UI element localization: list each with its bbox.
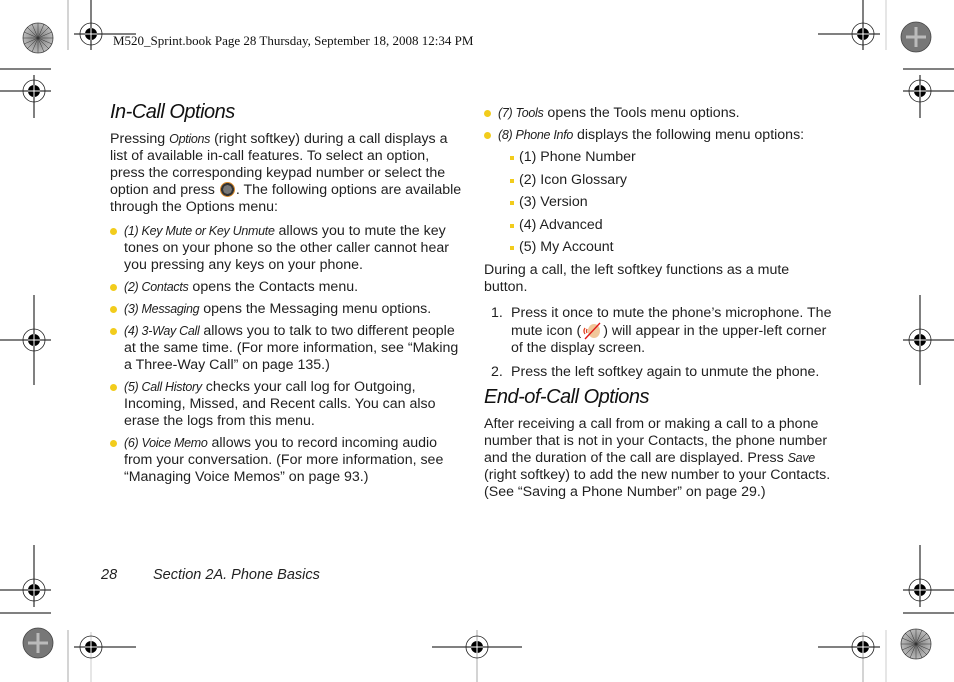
phone-info-sub-list: (1) Phone Number (2) Icon Glossary (3) V…	[484, 149, 836, 256]
starburst-mark-br	[900, 628, 932, 660]
sub-item-label: (4) Advanced	[519, 216, 603, 233]
crossmark-tr	[900, 21, 932, 53]
step-text: Press the left softkey again to unmute t…	[511, 363, 820, 380]
intro-text-pre: Pressing	[110, 131, 170, 147]
list-item: (5) Call History checks your call log fo…	[110, 379, 462, 430]
option-label: (7) Tools	[498, 106, 544, 120]
sub-list-item: (5) My Account	[510, 239, 836, 256]
option-label: (5) Call History	[124, 380, 202, 394]
list-item: (2) Contacts opens the Contacts menu.	[110, 279, 462, 296]
mute-steps-list: 1. Press it once to mute the phone’s micr…	[484, 305, 836, 381]
list-item: (8) Phone Info displays the following me…	[484, 127, 836, 144]
bullet-icon	[110, 384, 117, 391]
bullet-icon	[110, 284, 117, 291]
option-label: (6) Voice Memo	[124, 436, 208, 450]
step-number: 2.	[491, 363, 503, 380]
sub-list-item: (2) Icon Glossary	[510, 172, 836, 189]
square-bullet-icon	[510, 156, 514, 160]
print-header: M520_Sprint.book Page 28 Thursday, Septe…	[113, 33, 474, 48]
end-text-post: (right softkey) to add the new number to…	[484, 466, 831, 500]
starburst-mark-tl	[22, 22, 54, 54]
ok-key-icon	[219, 182, 235, 197]
end-text-pre: After receiving a call from or making a …	[484, 415, 828, 466]
section-name: Section 2A. Phone Basics	[153, 567, 320, 583]
option-label: (3) Messaging	[124, 302, 200, 316]
square-bullet-icon	[510, 201, 514, 205]
save-softkey-label: Save	[787, 450, 816, 465]
bullet-icon	[484, 110, 491, 117]
list-item: (6) Voice Memo allows you to record inco…	[110, 435, 462, 486]
crossmark-bl	[22, 627, 54, 659]
bullet-icon	[484, 132, 491, 139]
list-item: (4) 3-Way Call allows you to talk to two…	[110, 323, 462, 374]
square-bullet-icon	[510, 178, 514, 183]
option-label: (8) Phone Info	[498, 128, 574, 142]
sub-item-label: (2) Icon Glossary	[519, 171, 628, 188]
sub-list-item: (1) Phone Number	[510, 149, 836, 166]
sub-item-label: (3) Version	[519, 194, 588, 210]
section-title-in-call-options: In-Call Options	[110, 101, 235, 123]
step-item: 1. Press it once to mute the phone’s micr…	[484, 305, 836, 357]
bullet-icon	[110, 306, 117, 313]
in-call-options-list: (1) Key Mute or Key Unmute allows you to…	[110, 223, 462, 486]
option-label: (2) Contacts	[124, 280, 189, 294]
intro-paragraph: Pressing Options (right softkey) during …	[110, 131, 462, 216]
end-of-call-paragraph: After receiving a call from or making a …	[484, 416, 836, 501]
sub-item-label: (1) Phone Number	[519, 149, 636, 165]
option-description: opens the Tools menu options.	[543, 105, 740, 121]
list-item: (7) Tools opens the Tools menu options.	[484, 105, 836, 122]
option-label: (1) Key Mute or Key Unmute	[124, 224, 275, 238]
page-number: 28	[101, 567, 118, 583]
sub-list-item: (3) Version	[510, 194, 836, 211]
in-call-options-list-continued: (7) Tools opens the Tools menu options. …	[484, 105, 836, 144]
square-bullet-icon	[510, 223, 514, 228]
list-item: (3) Messaging opens the Messaging menu o…	[110, 301, 462, 318]
left-column: In-Call Options Pressing Options (right …	[110, 101, 462, 491]
option-description: opens the Contacts menu.	[188, 279, 359, 295]
square-bullet-icon	[510, 246, 514, 250]
sub-list-item: (4) Advanced	[510, 217, 836, 234]
mute-icon	[581, 322, 603, 340]
sub-item-label: (5) My Account	[519, 239, 614, 255]
option-description: displays the following menu options:	[573, 127, 805, 143]
bullet-icon	[110, 328, 117, 335]
option-description: opens the Messaging menu options.	[199, 301, 432, 317]
step-number: 1.	[491, 304, 503, 321]
list-item: (1) Key Mute or Key Unmute allows you to…	[110, 223, 462, 274]
section-title-end-of-call-options: End-of-Call Options	[484, 385, 650, 408]
bullet-icon	[110, 440, 117, 447]
bullet-icon	[110, 228, 117, 235]
option-label: (4) 3-Way Call	[124, 324, 200, 338]
step-item: 2. Press the left softkey again to unmute…	[484, 364, 836, 381]
options-softkey-label: Options	[169, 132, 211, 146]
right-column: (7) Tools opens the Tools menu options. …	[484, 105, 836, 507]
mute-paragraph: During a call, the left softkey function…	[484, 261, 790, 295]
